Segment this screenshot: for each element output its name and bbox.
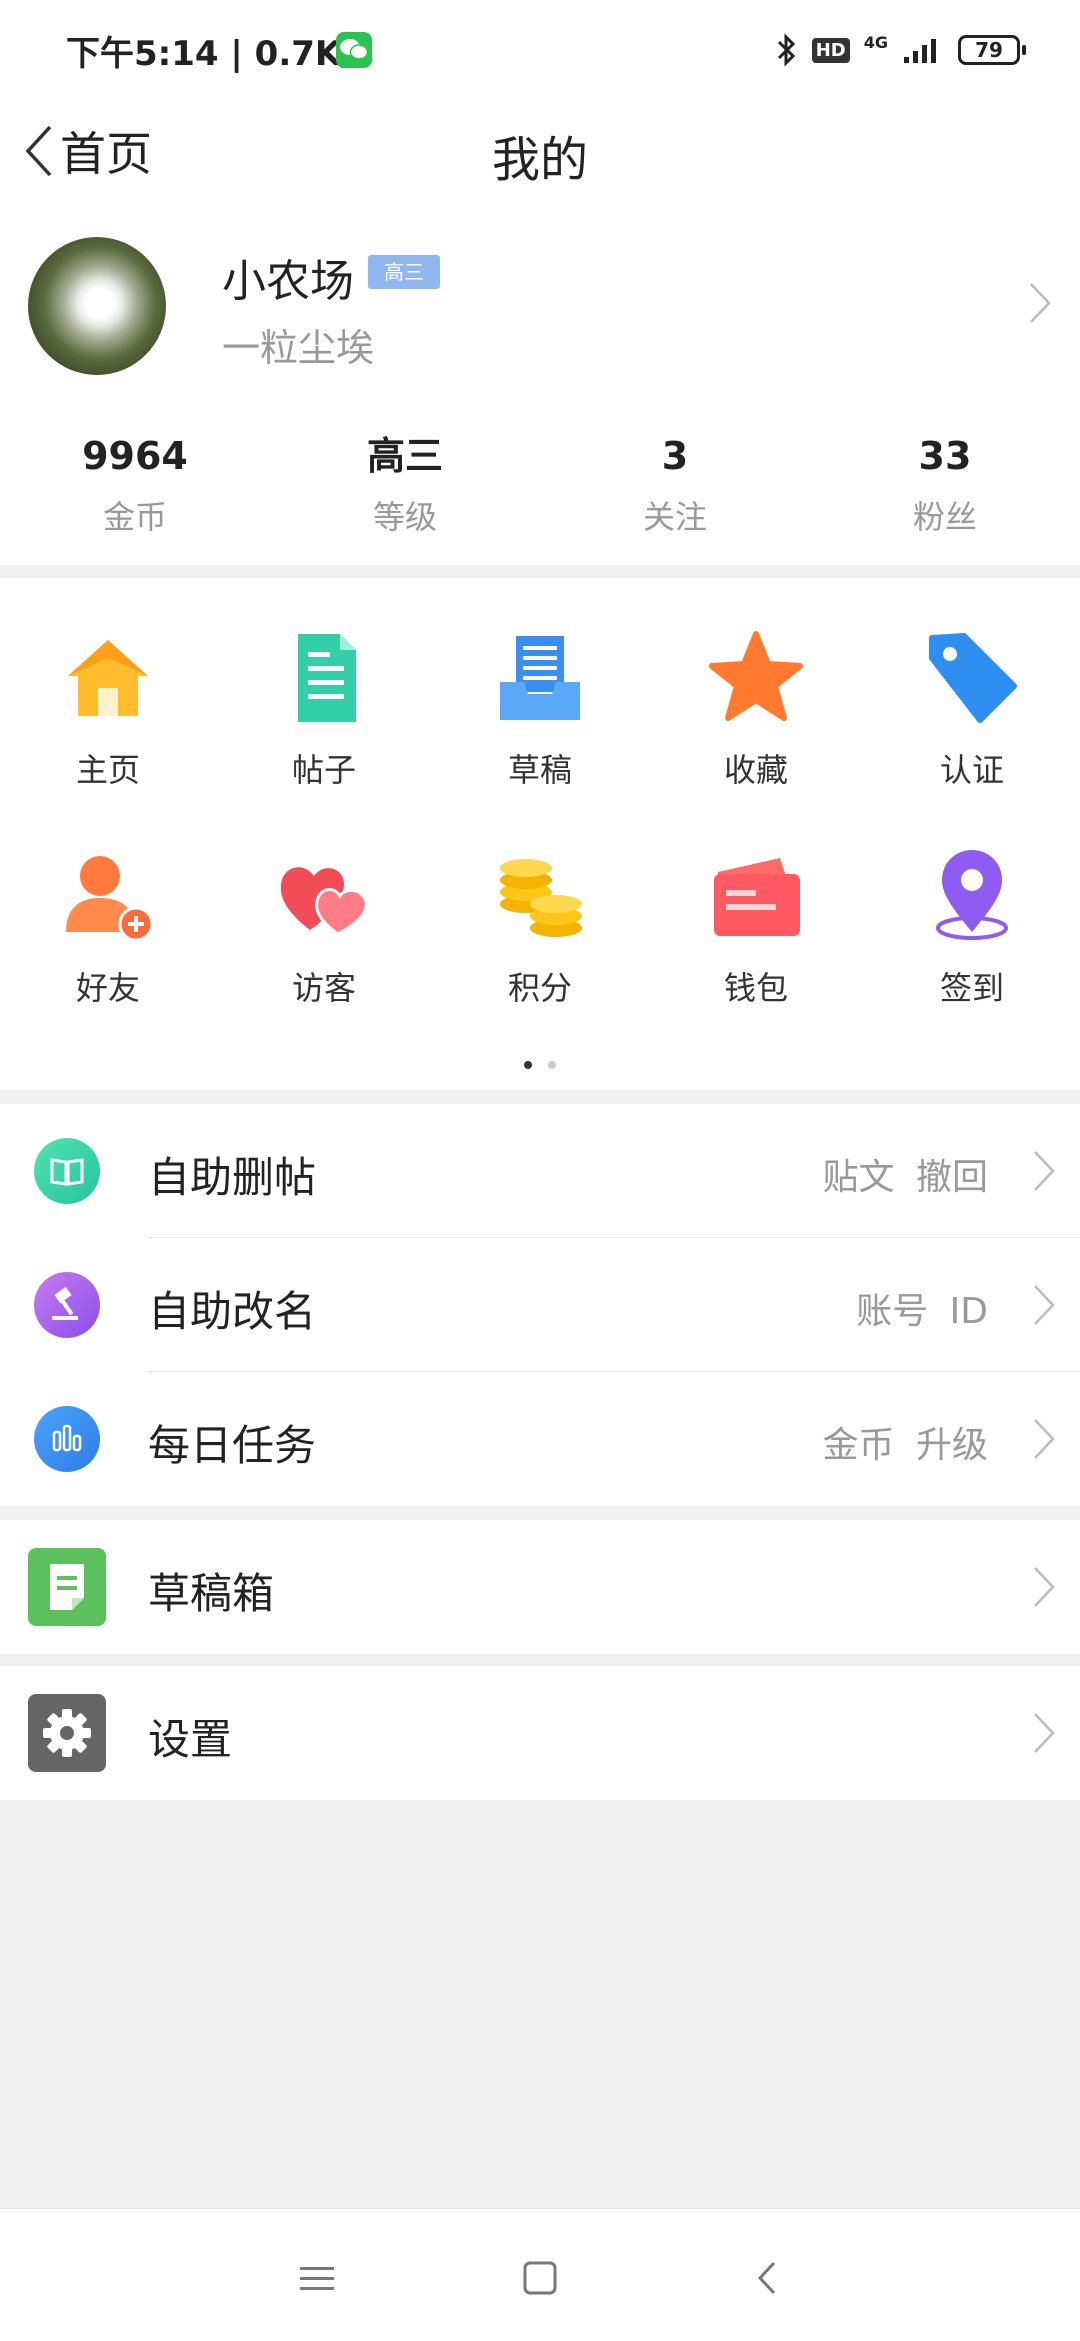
page-dot-active: [524, 1061, 532, 1069]
book-icon: [34, 1138, 100, 1204]
feature-grid-panel: 主页 帖子 草稿 收藏 认证 好友 访客 积分 钱包 签到: [0, 578, 1080, 1090]
chevron-right-icon: [1034, 1419, 1055, 1459]
stat-following[interactable]: 3 关注: [540, 430, 810, 540]
network-label: 4G: [863, 32, 888, 52]
chevron-right-icon: [1034, 1567, 1055, 1607]
grid-item-wallet[interactable]: 钱包: [648, 846, 864, 1010]
list-item-hint: 账号 ID: [856, 1291, 988, 1332]
grid-item-label: 主页: [75, 751, 140, 789]
drafts-row[interactable]: 草稿箱: [0, 1520, 1080, 1654]
location-pin-icon: [936, 850, 1008, 940]
list-item-hint: 金币 升级: [822, 1425, 988, 1466]
grid-item-drafts[interactable]: 草稿: [432, 628, 648, 792]
stat-label: 粉丝: [912, 498, 977, 536]
grid-item-home[interactable]: 主页: [0, 628, 216, 792]
stat-label: 关注: [642, 498, 707, 536]
tag-icon: [929, 633, 1017, 723]
list-item-title: 自助删帖: [148, 1153, 317, 1202]
status-time: 下午5:14 | 0.7K/s: [66, 34, 374, 74]
grid-item-visitors[interactable]: 访客: [216, 846, 432, 1010]
avatar[interactable]: [28, 237, 166, 375]
bluetooth-icon: [777, 33, 795, 67]
add-friend-icon: [66, 856, 154, 942]
chevron-right-icon: [1034, 1713, 1055, 1753]
list-item-hint: 贴文 撤回: [822, 1157, 988, 1198]
menu-icon[interactable]: [292, 2253, 342, 2303]
list-item-rename[interactable]: 自助改名 账号 ID: [0, 1238, 1080, 1372]
stat-label: 等级: [372, 498, 437, 536]
hearts-icon: [280, 867, 368, 936]
note-icon: [28, 1548, 106, 1626]
hd-badge: HD: [811, 37, 850, 63]
chevron-right-icon: [1030, 283, 1051, 323]
grid-item-friends[interactable]: 好友: [0, 846, 216, 1010]
grid-item-label: 帖子: [291, 751, 356, 789]
wallet-icon: [714, 858, 800, 936]
list-item-delete-post[interactable]: 自助删帖 贴文 撤回: [0, 1104, 1080, 1238]
settings-row[interactable]: 设置: [0, 1666, 1080, 1800]
stat-coins[interactable]: 9964 金币: [0, 430, 270, 540]
stat-label: 金币: [102, 498, 167, 536]
hammer-icon: [34, 1272, 100, 1338]
grid-item-label: 草稿: [507, 751, 572, 789]
draft-tray-icon: [500, 636, 580, 720]
grid-item-label: 签到: [939, 969, 1004, 1007]
grid-item-points[interactable]: 积分: [432, 846, 648, 1010]
coins-icon: [500, 859, 582, 937]
user-signature: 一粒尘埃: [222, 326, 375, 370]
level-badge: 高三: [368, 255, 440, 289]
page-title: 我的: [491, 132, 588, 188]
stats-row: 9964 金币 高三 等级 3 关注 33 粉丝: [0, 430, 1080, 540]
signal-icon: [904, 39, 936, 63]
settings-title: 设置: [148, 1715, 233, 1764]
profile-card[interactable]: 小农场 高三 一粒尘埃: [0, 225, 1080, 385]
stat-followers[interactable]: 33 粉丝: [810, 430, 1080, 540]
grid-item-verify[interactable]: 认证: [864, 628, 1080, 792]
grid-item-checkin[interactable]: 签到: [864, 846, 1080, 1010]
grid-item-posts[interactable]: 帖子: [216, 628, 432, 792]
battery-icon: 79: [958, 35, 1026, 65]
chevron-right-icon: [1034, 1285, 1055, 1325]
grid-item-label: 钱包: [723, 969, 788, 1007]
status-bar: 下午5:14 | 0.7K/s HD 4G 79: [0, 0, 1080, 100]
system-nav-bar: [0, 2208, 1080, 2341]
grid-item-favorites[interactable]: 收藏: [648, 628, 864, 792]
page-dot: [548, 1061, 556, 1069]
gear-icon: [28, 1694, 106, 1772]
title-bar: 首页 我的: [0, 100, 1080, 200]
wechat-icon: [336, 32, 372, 68]
grid-item-label: 访客: [291, 969, 356, 1007]
stat-value: 3: [661, 434, 689, 478]
status-icons: HD 4G 79: [776, 30, 1026, 70]
user-name: 小农场: [222, 256, 354, 307]
home-icon: [68, 640, 148, 716]
stat-value: 33: [918, 434, 972, 478]
tool-list: 自助删帖 贴文 撤回 自助改名 账号 ID 每日任务 金币 升级: [0, 1104, 1080, 1506]
stat-value: 9964: [82, 434, 188, 478]
list-item-daily-tasks[interactable]: 每日任务 金币 升级: [0, 1372, 1080, 1506]
stat-level[interactable]: 高三 等级: [270, 430, 540, 540]
grid-item-label: 认证: [939, 751, 1004, 789]
bar-chart-icon: [34, 1406, 100, 1472]
document-icon: [298, 634, 356, 722]
star-icon: [709, 631, 803, 721]
list-item-title: 自助改名: [148, 1287, 317, 1336]
grid-item-label: 好友: [75, 969, 140, 1007]
drafts-title: 草稿箱: [148, 1569, 275, 1618]
grid-item-label: 收藏: [723, 751, 788, 789]
page-indicator: [0, 1054, 1080, 1073]
stat-value: 高三: [366, 434, 443, 478]
feature-grid: 主页 帖子 草稿 收藏 认证 好友 访客 积分 钱包 签到: [0, 628, 1080, 1010]
home-square-icon[interactable]: [515, 2253, 565, 2303]
back-triangle-icon[interactable]: [744, 2253, 794, 2303]
grid-item-label: 积分: [507, 969, 572, 1007]
chevron-right-icon: [1034, 1151, 1055, 1191]
list-item-title: 每日任务: [148, 1421, 317, 1470]
